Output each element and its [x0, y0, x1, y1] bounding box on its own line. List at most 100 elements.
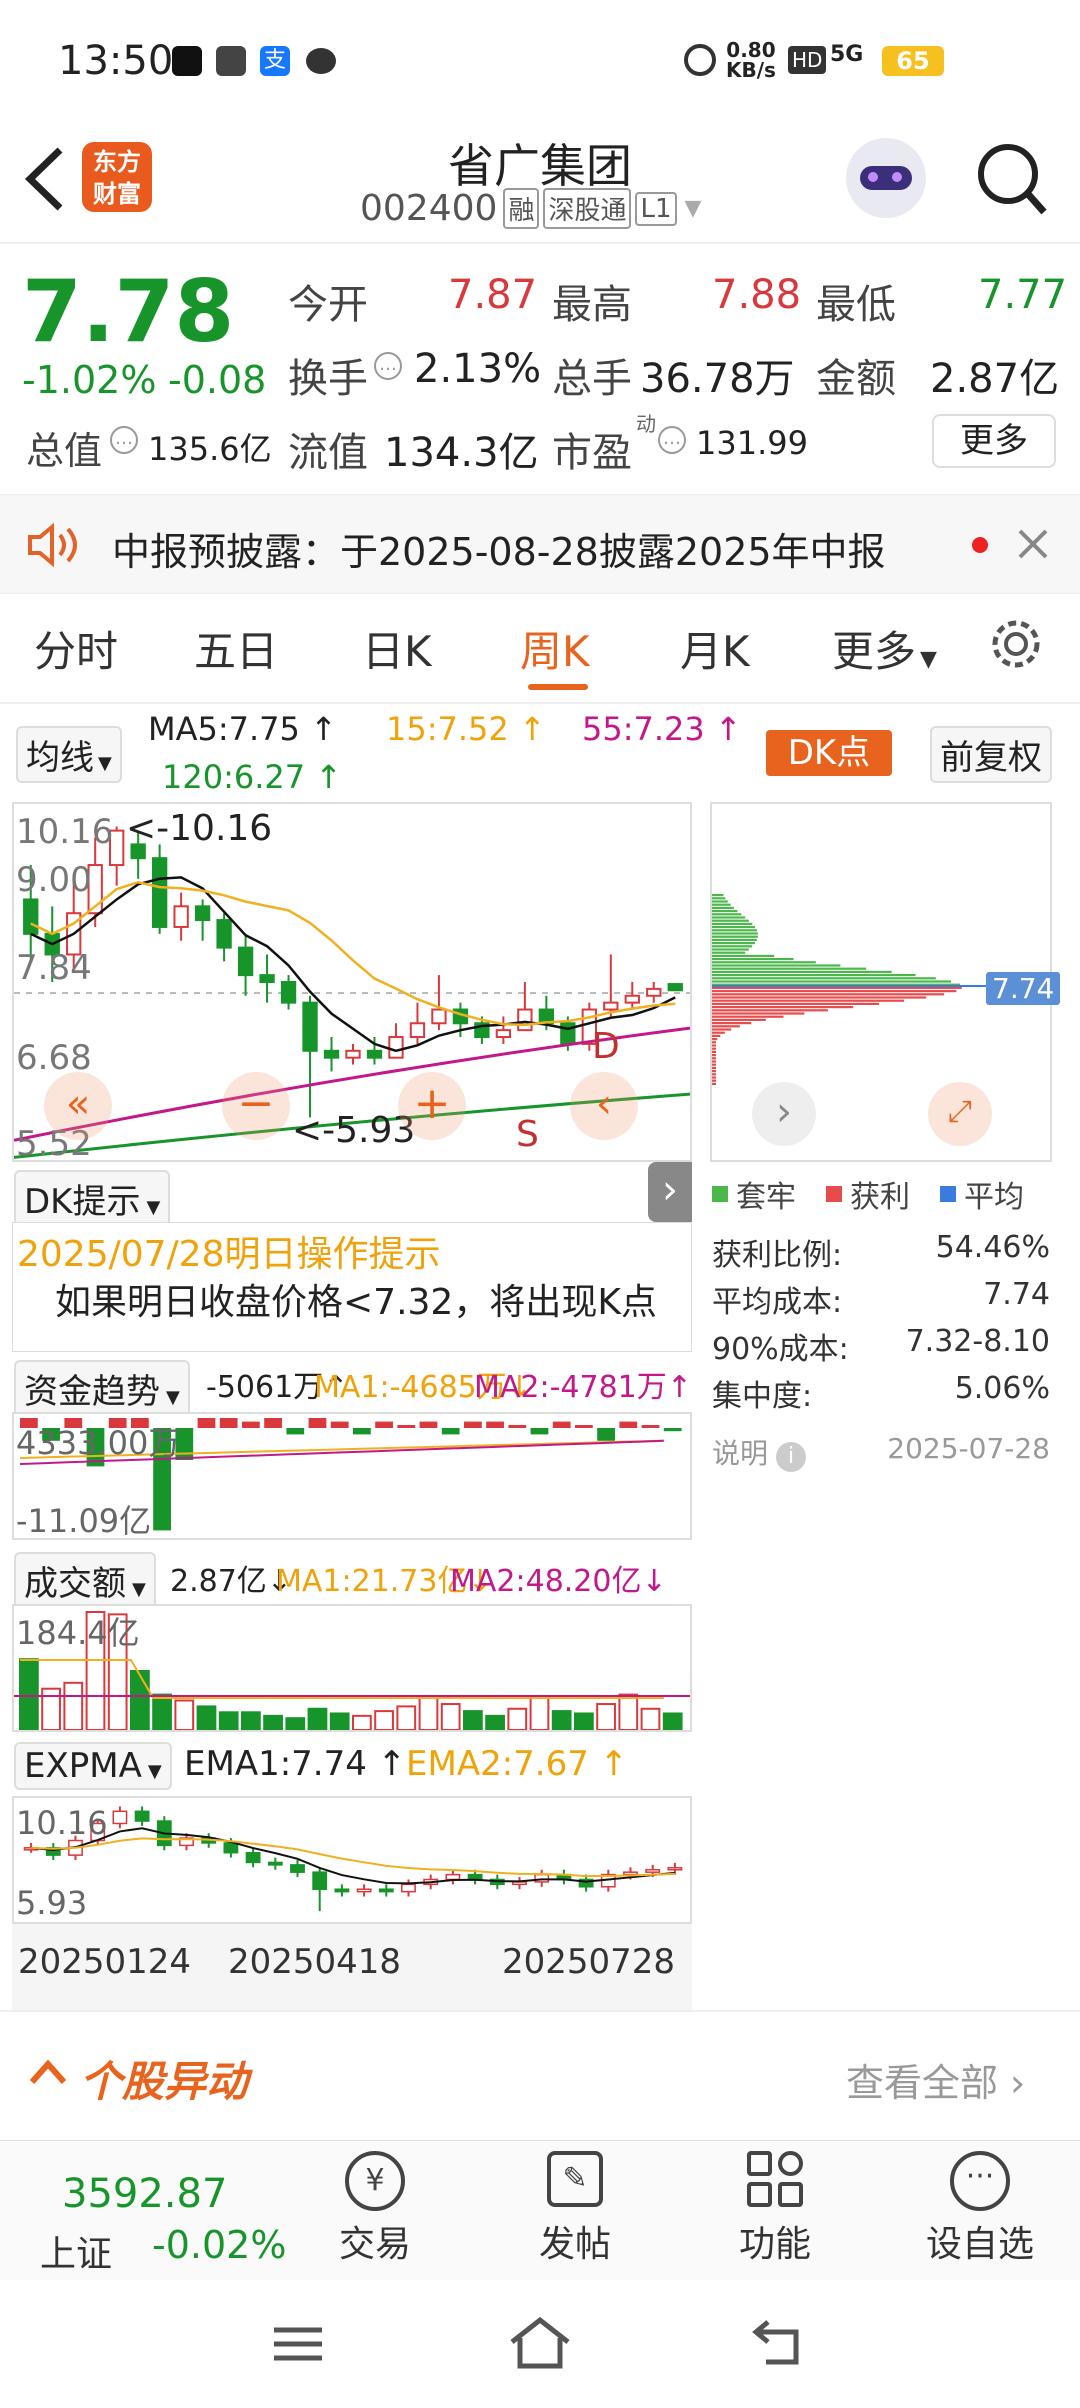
more-quote-button[interactable]: 更多 [932, 414, 1056, 468]
turnover-amount-select[interactable]: 成交额 ▼ [14, 1552, 156, 1609]
collapse-panel-icon[interactable]: › [648, 1162, 692, 1222]
app-notification-icon [172, 46, 202, 76]
last-price: 7.78 [22, 262, 235, 362]
turnover-info-icon[interactable]: … [374, 352, 402, 380]
chip-bar [712, 954, 775, 957]
add-watchlist-button[interactable]: ··· 设自选 [920, 2151, 1040, 2267]
stock-code-line: 002400 融 深股通 L1 ▼ [360, 188, 701, 229]
close-icon[interactable] [1016, 527, 1050, 561]
post-edit-icon: ✎ [547, 2151, 603, 2207]
zoom-in-icon[interactable]: + [398, 1072, 466, 1140]
functions-nav-button[interactable]: 功能 [730, 2151, 820, 2267]
s-mark: S [516, 1114, 539, 1155]
chip-bar [712, 916, 746, 919]
pe-dynamic-mark: 动 [636, 412, 656, 436]
alipay-icon: 支 [260, 46, 290, 76]
stock-movers-section: 个股异动 查看全部 › [0, 2010, 1080, 2140]
chip-bar [712, 993, 945, 996]
chip-bar [712, 1022, 752, 1025]
kline-chart[interactable]: 10.16 9.00 7.84 6.68 5.52 <-10.16 <-5.93… [12, 802, 692, 1164]
date-label-2: 20250418 [228, 1942, 402, 1982]
view-all-link[interactable]: 查看全部 › [846, 2052, 1025, 2107]
low-value: 7.77 [978, 272, 1068, 318]
chip-bar [712, 938, 757, 941]
volume-bar [263, 1714, 283, 1730]
legend-locked: 套牢 [736, 1180, 796, 1215]
notice-bar[interactable]: 中报预披露：于2025-08-28披露2025年中报 [0, 494, 1080, 594]
chip-note-date: 2025-07-28 [887, 1432, 1050, 1465]
chip-stats: 获利比例: 54.46% 平均成本: 7.74 90%成本: 7.32-8.10 集中… [712, 1230, 1050, 1418]
volume-bar [63, 1681, 84, 1730]
tab-weekly-k[interactable]: 周K [520, 618, 590, 679]
code-dropdown-icon[interactable]: ▼ [685, 196, 702, 221]
float-cap-value: 134.3亿 [384, 430, 539, 476]
chip-next-icon[interactable]: › [752, 1082, 816, 1146]
expma-candle-body [223, 1842, 239, 1854]
expma-candle-body [667, 1867, 683, 1871]
volume-bar [440, 1703, 461, 1730]
dk-point-button[interactable]: DK点 [766, 730, 892, 776]
chip-note[interactable]: 说明 i 2025-07-28 [712, 1432, 1050, 1472]
chip-bar [712, 1002, 880, 1005]
ma5-line [30, 876, 676, 1053]
pe-info-icon[interactable]: … [658, 426, 686, 454]
trade-nav-button[interactable]: ¥ 交易 [330, 2151, 420, 2267]
unread-dot-icon [972, 537, 988, 553]
chip-bar [712, 1044, 716, 1047]
chip-bar [712, 1066, 716, 1069]
tab-more[interactable]: 更多 ▼ [832, 618, 937, 679]
candle-body [624, 994, 640, 1004]
chip-distribution: 7.74 › ⤢ [710, 802, 1061, 1162]
home-icon[interactable] [508, 2316, 572, 2370]
expma-svg [23, 1806, 683, 1912]
vol-dropdown-icon: ▼ [132, 1579, 146, 1600]
candle-body [495, 1029, 512, 1039]
chevron-right-icon: › [1010, 2061, 1026, 2105]
eastmoney-logo: 东方 财富 [82, 142, 152, 212]
stock-name: 省广集团 [448, 139, 632, 193]
total-cap-info-icon[interactable]: … [110, 426, 138, 454]
volume-chart: 184.4亿 [12, 1604, 692, 1732]
expma-candle-body [267, 1861, 283, 1866]
robot-assistant-icon[interactable] [846, 138, 926, 218]
stock-header: 东方 财富 省广集团 002400 融 深股通 L1 ▼ [0, 120, 1080, 244]
fund-bar [330, 1421, 349, 1428]
scroll-left-icon[interactable]: « [44, 1072, 112, 1140]
tab-monthly-k[interactable]: 月K [680, 618, 750, 679]
chip-bar [712, 967, 867, 970]
post-nav-button[interactable]: ✎ 发帖 [530, 2151, 620, 2267]
tab-daily-k[interactable]: 日K [362, 618, 432, 679]
chip-bar [712, 958, 794, 961]
more-dots-icon: ··· [950, 2151, 1010, 2211]
fund-bar [530, 1428, 549, 1435]
tab-intraday[interactable]: 分时 [34, 618, 118, 679]
dk-tip-select[interactable]: DK提示 ▼ [14, 1170, 171, 1227]
tab-five-day[interactable]: 五日 [194, 618, 278, 679]
fund-trend-select[interactable]: 资金趋势 ▼ [14, 1360, 190, 1417]
ma-select[interactable]: 均线 ▼ [16, 726, 122, 783]
legend-profit: 获利 [850, 1180, 910, 1215]
expma-select[interactable]: EXPMA ▼ [14, 1742, 172, 1790]
menu-icon[interactable] [272, 2324, 324, 2364]
tab-more-dropdown-icon: ▼ [920, 647, 937, 672]
chip-stat-row: 集中度: 5.06% [712, 1371, 1050, 1414]
adjust-price-button[interactable]: 前复权 [930, 726, 1052, 783]
back-icon[interactable] [22, 144, 66, 214]
chip-bar [712, 1031, 725, 1034]
back-nav-icon[interactable] [752, 2318, 808, 2368]
volume-bar [463, 1710, 483, 1730]
chip-bar [712, 906, 734, 909]
volume-label: 总手 [552, 356, 632, 402]
system-nav-bar [0, 2280, 1080, 2408]
quote-panel: 7.78 -1.02% -0.08 今开 7.87 最高 7.88 最低 7.7… [0, 244, 1080, 494]
volume-bar [529, 1695, 550, 1730]
expand-icon[interactable]: ⤢ [928, 1082, 992, 1146]
search-icon[interactable] [976, 140, 1050, 220]
fund-top-label: 4333.00万 [16, 1424, 181, 1462]
turnover-label: 换手 [288, 356, 368, 402]
step-back-icon[interactable]: ‹ [570, 1072, 638, 1140]
index-value[interactable]: 3592.87 [62, 2171, 227, 2217]
settings-gear-icon[interactable] [988, 616, 1044, 672]
zoom-out-icon[interactable]: − [222, 1072, 290, 1140]
active-tab-indicator [528, 684, 588, 690]
